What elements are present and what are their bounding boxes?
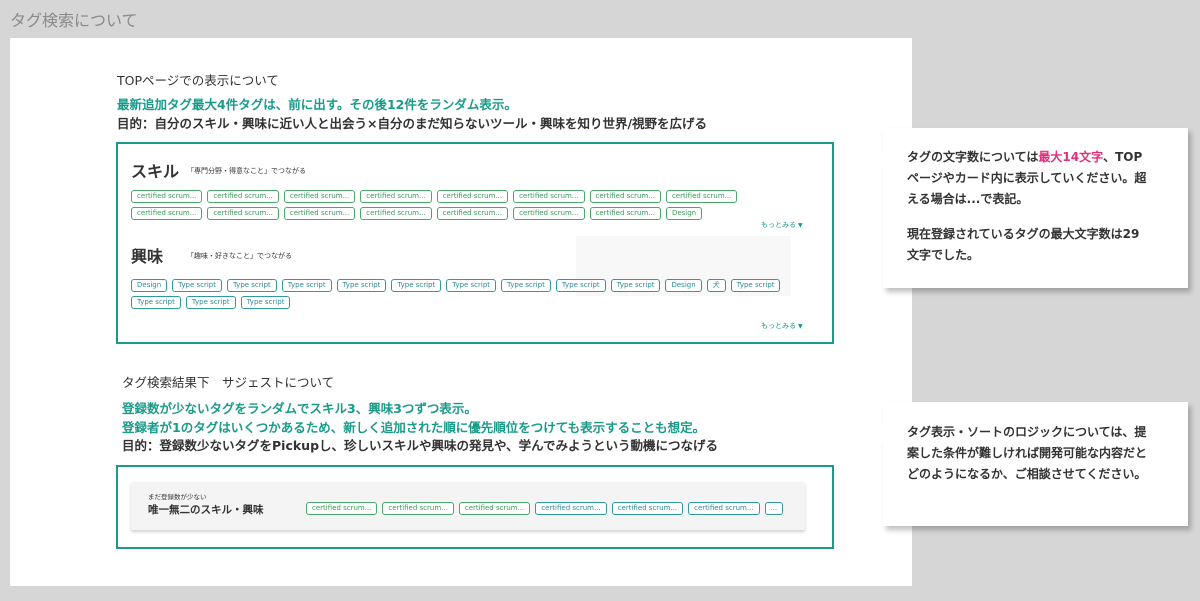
- suggest-skill-tag[interactable]: certified scrum...: [458, 502, 531, 515]
- suggest-skill-tag[interactable]: certified scrum...: [306, 502, 378, 515]
- interest-tag[interactable]: Design: [665, 279, 702, 292]
- interest-block-desc: 「趣味・好きなこと」でつながる: [187, 252, 292, 260]
- skill-tag[interactable]: certified scrum...: [131, 207, 203, 220]
- suggest-interest-tag[interactable]: certified scrum...: [535, 502, 607, 515]
- note-tag-length: タグの文字数については最大14文字、TOP ページやカード内に表示していください…: [872, 128, 1188, 288]
- skill-tag[interactable]: Design: [665, 207, 703, 220]
- skill-tag[interactable]: certified scrum...: [283, 207, 356, 220]
- chevron-down-icon: ▼: [798, 222, 803, 229]
- interest-tag[interactable]: Type script: [610, 279, 661, 292]
- note-pointer: [872, 424, 883, 444]
- note-sort-logic: タグ表示・ソートのロジックについては、提 案した条件が難しければ開発可能な内容だ…: [872, 402, 1188, 526]
- note-2-line-2: 案した条件が難しければ開発可能な内容だと: [907, 446, 1148, 460]
- interest-tag[interactable]: Type script: [185, 296, 236, 309]
- skill-more-link[interactable]: もっとみる ▼: [761, 220, 803, 230]
- skill-tag[interactable]: certified scrum...: [589, 207, 661, 220]
- note-sort-logic-text: タグ表示・ソートのロジックについては、提 案した条件が難しければ開発可能な内容だ…: [907, 422, 1147, 485]
- interest-more-label: もっとみる: [761, 322, 796, 330]
- skill-tag-list: certified scrum... certified scrum... cert…: [131, 190, 811, 220]
- suggest-section-highlight-1: 登録数が少ないタグをランダムでスキル3、興味3つずつ表示。: [122, 401, 477, 416]
- skill-tag[interactable]: certified scrum...: [513, 190, 585, 203]
- suggest-section-highlight-2: 登録者が1のタグはいくつかあるため、新しく追加された順に優先順位をつけても表示す…: [122, 420, 706, 435]
- skill-tag[interactable]: certified scrum...: [513, 207, 585, 220]
- skill-tag[interactable]: certified scrum...: [360, 207, 432, 220]
- skill-block-desc: 「専門分野・得意なこと」でつながる: [187, 167, 306, 175]
- interest-tag[interactable]: Design: [131, 279, 168, 292]
- note-1-line-1b: 、TOP: [1103, 150, 1143, 164]
- top-section-title: TOPページでの表示について: [117, 73, 279, 88]
- interest-tag[interactable]: Type script: [446, 279, 497, 292]
- page-heading: タグ検索について: [10, 11, 138, 30]
- content-canvas: TOPページでの表示について 最新追加タグ最大4件タグは、前に出す。その後12件…: [10, 38, 912, 586]
- interest-tag-list: Design Type script Type script Type script T…: [131, 279, 811, 309]
- note-1-line-4: 現在登録されているタグの最大文字数は29: [907, 227, 1140, 241]
- note-1-line-5: 文字でした。: [907, 248, 980, 262]
- suggest-section-purpose: 目的：登録数少ないタグをPickupし、珍しいスキルや興味の発見や、学んでみよう…: [122, 438, 719, 453]
- note-1-highlight: 最大14文字: [1038, 150, 1104, 164]
- note-2-line-3: どのようになるか、ご相談させてください。: [907, 467, 1147, 481]
- skill-block-title: スキル: [131, 162, 180, 181]
- interest-tag[interactable]: Type script: [501, 279, 551, 292]
- note-2-line-1: タグ表示・ソートのロジックについては、提: [907, 425, 1147, 439]
- skill-tag[interactable]: certified scrum...: [665, 190, 738, 203]
- interest-tag[interactable]: Type script: [730, 279, 781, 292]
- skill-tag[interactable]: certified scrum...: [436, 190, 509, 203]
- interest-tag[interactable]: Type script: [555, 279, 606, 292]
- skill-tag[interactable]: certified scrum...: [283, 190, 356, 203]
- suggest-tag-list: certified scrum... certified scrum... cert…: [306, 502, 801, 515]
- interest-block-title: 興味: [131, 247, 164, 266]
- interest-tag[interactable]: Type script: [226, 279, 277, 292]
- interest-tag[interactable]: Type script: [391, 279, 442, 292]
- suggest-preview-frame: まだ登録数が少ない 唯一無二のスキル・興味 certified scrum...…: [116, 465, 834, 549]
- suggest-interest-tag[interactable]: certified scrum...: [688, 502, 760, 515]
- suggest-card-subtitle: まだ登録数が少ない: [148, 493, 207, 501]
- note-pointer: [872, 150, 883, 170]
- top-section-purpose: 目的：自分のスキル・興味に近い人と出会う×自分のまだ知らないツール・興味を知り世…: [117, 116, 708, 131]
- suggest-section-title: タグ検索結果下 サジェストについて: [122, 375, 335, 390]
- suggest-interest-tag[interactable]: certified scrum...: [611, 502, 684, 515]
- interest-tag[interactable]: Type script: [336, 279, 387, 292]
- skill-more-label: もっとみる: [761, 221, 796, 229]
- skill-tag[interactable]: certified scrum...: [131, 190, 203, 203]
- note-1-line-2: ページやカード内に表示していください。超: [907, 171, 1147, 185]
- note-1-line-3: える場合は...で表記。: [907, 192, 1029, 206]
- suggest-card-title: 唯一無二のスキル・興味: [148, 504, 264, 516]
- interest-tag[interactable]: Type script: [172, 279, 222, 292]
- chevron-down-icon: ▼: [798, 323, 803, 330]
- skill-tag[interactable]: certified scrum...: [207, 190, 279, 203]
- interest-tag[interactable]: 犬: [706, 279, 726, 292]
- suggest-card: まだ登録数が少ない 唯一無二のスキル・興味 certified scrum...…: [131, 482, 805, 530]
- top-section-highlight: 最新追加タグ最大4件タグは、前に出す。その後12件をランダム表示。: [117, 97, 517, 112]
- skill-tag[interactable]: certified scrum...: [589, 190, 661, 203]
- top-page-preview-frame: スキル 「専門分野・得意なこと」でつながる certified scrum...…: [116, 142, 834, 344]
- interest-more-link[interactable]: もっとみる ▼: [761, 321, 803, 331]
- note-tag-length-text: タグの文字数については最大14文字、TOP ページやカード内に表示していください…: [907, 147, 1146, 266]
- note-1-line-1a: タグの文字数については: [907, 150, 1039, 164]
- skill-tag[interactable]: certified scrum...: [436, 207, 509, 220]
- interest-tag[interactable]: Type script: [240, 296, 291, 309]
- skill-tag[interactable]: certified scrum...: [207, 207, 279, 220]
- interest-tag[interactable]: Type script: [131, 296, 181, 309]
- interest-tag[interactable]: Type script: [281, 279, 332, 292]
- suggest-overflow-tag[interactable]: ...: [764, 502, 784, 515]
- skill-tag[interactable]: certified scrum...: [360, 190, 432, 203]
- suggest-skill-tag[interactable]: certified scrum...: [382, 502, 454, 515]
